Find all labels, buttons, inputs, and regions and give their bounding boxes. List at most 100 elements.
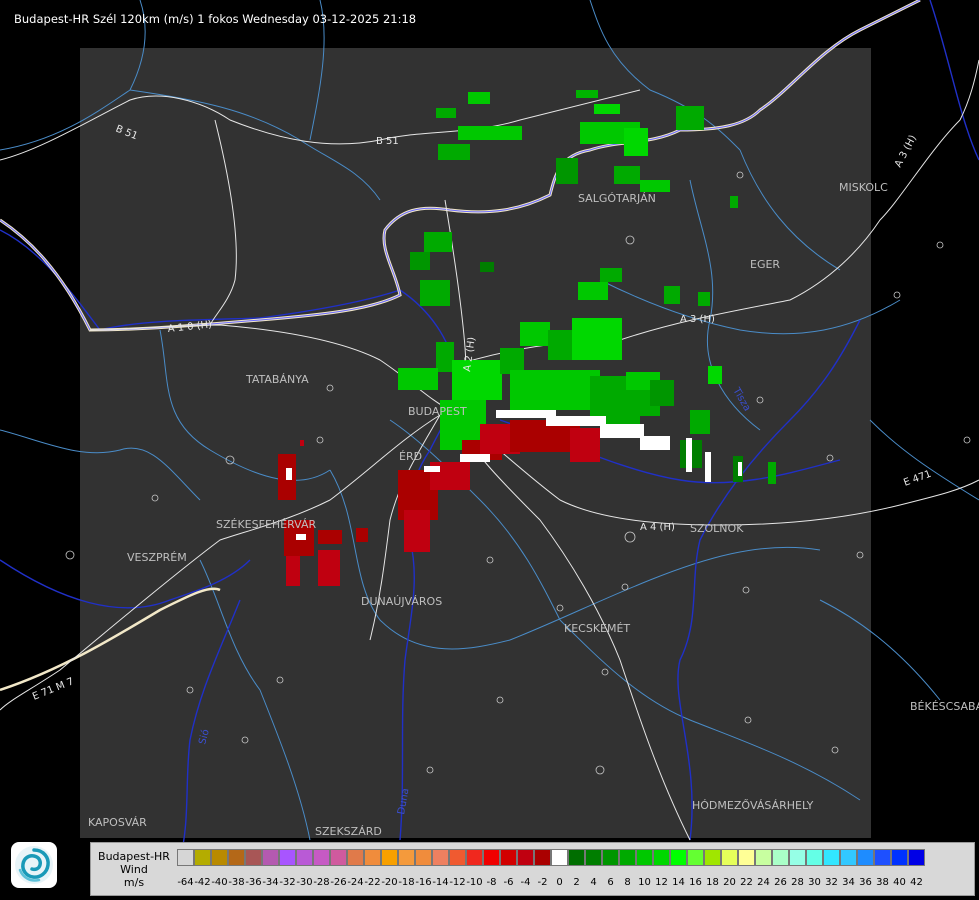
legend-tick-label: 36 bbox=[859, 877, 872, 888]
legend-swatch bbox=[364, 849, 381, 866]
legend-swatch bbox=[177, 849, 194, 866]
legend-tick-label: 30 bbox=[808, 877, 821, 888]
legend-tick-label: 40 bbox=[893, 877, 906, 888]
legend-swatch bbox=[534, 849, 551, 866]
legend-swatch bbox=[891, 849, 908, 866]
legend-tick-label: 28 bbox=[791, 877, 804, 888]
legend-swatch bbox=[755, 849, 772, 866]
legend-swatch bbox=[857, 849, 874, 866]
legend-tick-label: -40 bbox=[211, 877, 228, 888]
road-label: A 4 (H) bbox=[640, 522, 675, 533]
legend-swatch bbox=[347, 849, 364, 866]
legend-caption: Budapest-HR Wind m/s bbox=[91, 843, 177, 895]
legend-tick-label: 16 bbox=[689, 877, 702, 888]
legend-swatch bbox=[568, 849, 585, 866]
legend-tick-label: -30 bbox=[296, 877, 313, 888]
legend-unit: m/s bbox=[123, 875, 145, 889]
legend-tick-label: 26 bbox=[774, 877, 787, 888]
legend-swatch bbox=[636, 849, 653, 866]
legend-swatch bbox=[585, 849, 602, 866]
legend-tick-label: 18 bbox=[706, 877, 719, 888]
wind-legend: Budapest-HR Wind m/s -64 -42 -40 -38 -36 -34-… bbox=[90, 842, 975, 896]
legend-tick-label: -12 bbox=[449, 877, 466, 888]
legend-swatch bbox=[517, 849, 534, 866]
legend-swatch bbox=[245, 849, 262, 866]
legend-swatch bbox=[738, 849, 755, 866]
city-label: EGER bbox=[750, 258, 780, 271]
city-label: ÉRD bbox=[399, 450, 422, 463]
legend-tick-label: -4 bbox=[520, 877, 531, 888]
city-label: MISKOLC bbox=[839, 181, 888, 194]
road-label: A 3 (H) bbox=[680, 314, 715, 325]
legend-tick-label: -14 bbox=[432, 877, 449, 888]
road-label: E 71 M 7 bbox=[31, 676, 76, 703]
city-label: SZOLNOK bbox=[690, 522, 744, 535]
city-label: VESZPRÉM bbox=[127, 551, 187, 564]
legend-tick-label: 8 bbox=[624, 877, 631, 888]
legend-swatch bbox=[262, 849, 279, 866]
legend-swatch bbox=[551, 849, 568, 866]
legend-swatch bbox=[806, 849, 823, 866]
legend-swatch bbox=[908, 849, 925, 866]
legend-tick-label: -26 bbox=[330, 877, 347, 888]
city-label: TATABÁNYA bbox=[245, 373, 309, 386]
legend-tick-label: 32 bbox=[825, 877, 838, 888]
city-label: SALGÓTARJÁN bbox=[578, 192, 656, 205]
road-label: B 51 bbox=[376, 136, 399, 147]
legend-swatches bbox=[177, 849, 925, 866]
legend-tick-label: 14 bbox=[672, 877, 685, 888]
met-service-logo bbox=[11, 842, 57, 888]
legend-swatch bbox=[483, 849, 500, 866]
legend-tick-label: 12 bbox=[655, 877, 668, 888]
legend-tick-label: -20 bbox=[381, 877, 398, 888]
legend-tick-label: -36 bbox=[245, 877, 262, 888]
legend-tick-label: -24 bbox=[347, 877, 364, 888]
legend-swatch bbox=[194, 849, 211, 866]
road-label: E 471 bbox=[902, 469, 933, 489]
legend-swatch bbox=[296, 849, 313, 866]
legend-swatch bbox=[721, 849, 738, 866]
city-label: SZÉKESFEHÉRVÁR bbox=[216, 518, 317, 531]
legend-swatch bbox=[772, 849, 789, 866]
legend-tick-label: -18 bbox=[398, 877, 415, 888]
legend-swatch bbox=[432, 849, 449, 866]
radar-title: Budapest-HR Szél 120km (m/s) 1 fokos Wed… bbox=[14, 12, 417, 26]
legend-tick-label: 38 bbox=[876, 877, 889, 888]
legend-swatch bbox=[466, 849, 483, 866]
legend-swatch bbox=[381, 849, 398, 866]
legend-tick-label: 20 bbox=[723, 877, 736, 888]
legend-swatch bbox=[670, 849, 687, 866]
legend-swatch bbox=[823, 849, 840, 866]
city-label: BÉKÉSCSABA bbox=[910, 700, 979, 713]
legend-tick-label: -6 bbox=[503, 877, 514, 888]
legend-tick-label: 34 bbox=[842, 877, 855, 888]
legend-swatch bbox=[602, 849, 619, 866]
legend-swatch bbox=[415, 849, 432, 866]
city-label: SZEKSZÁRD bbox=[315, 825, 382, 838]
radar-map: SALGÓTARJÁN MISKOLC EGER TATABÁNYA BUDAP… bbox=[0, 0, 979, 861]
city-label: HÓDMEZŐVÁSÁRHELY bbox=[692, 798, 814, 812]
legend-ticks: -64 -42 -40 -38 -36 -34 -32 -30 -28 -26 -24 -22 -20-… bbox=[177, 877, 925, 888]
legend-tick-label: -38 bbox=[228, 877, 245, 888]
legend-swatch bbox=[228, 849, 245, 866]
city-label: DUNAÚJVÁROS bbox=[361, 595, 442, 608]
legend-tick-label: -16 bbox=[415, 877, 432, 888]
legend-tick-label: -10 bbox=[466, 877, 483, 888]
legend-swatch bbox=[874, 849, 891, 866]
legend-swatch bbox=[313, 849, 330, 866]
legend-tick-label: -42 bbox=[194, 877, 211, 888]
legend-swatch bbox=[449, 849, 466, 866]
legend-swatch bbox=[619, 849, 636, 866]
legend-swatch bbox=[500, 849, 517, 866]
legend-swatch bbox=[330, 849, 347, 866]
legend-swatch bbox=[653, 849, 670, 866]
legend-swatch bbox=[789, 849, 806, 866]
legend-swatch bbox=[687, 849, 704, 866]
road-label: A 3 (H) bbox=[893, 133, 919, 169]
city-label: BUDAPEST bbox=[408, 405, 467, 418]
legend-tick-label: 10 bbox=[638, 877, 651, 888]
city-label: KAPOSVÁR bbox=[88, 816, 147, 829]
legend-swatch bbox=[279, 849, 296, 866]
legend-tick-label: 24 bbox=[757, 877, 770, 888]
legend-tick-label: 2 bbox=[573, 877, 580, 888]
